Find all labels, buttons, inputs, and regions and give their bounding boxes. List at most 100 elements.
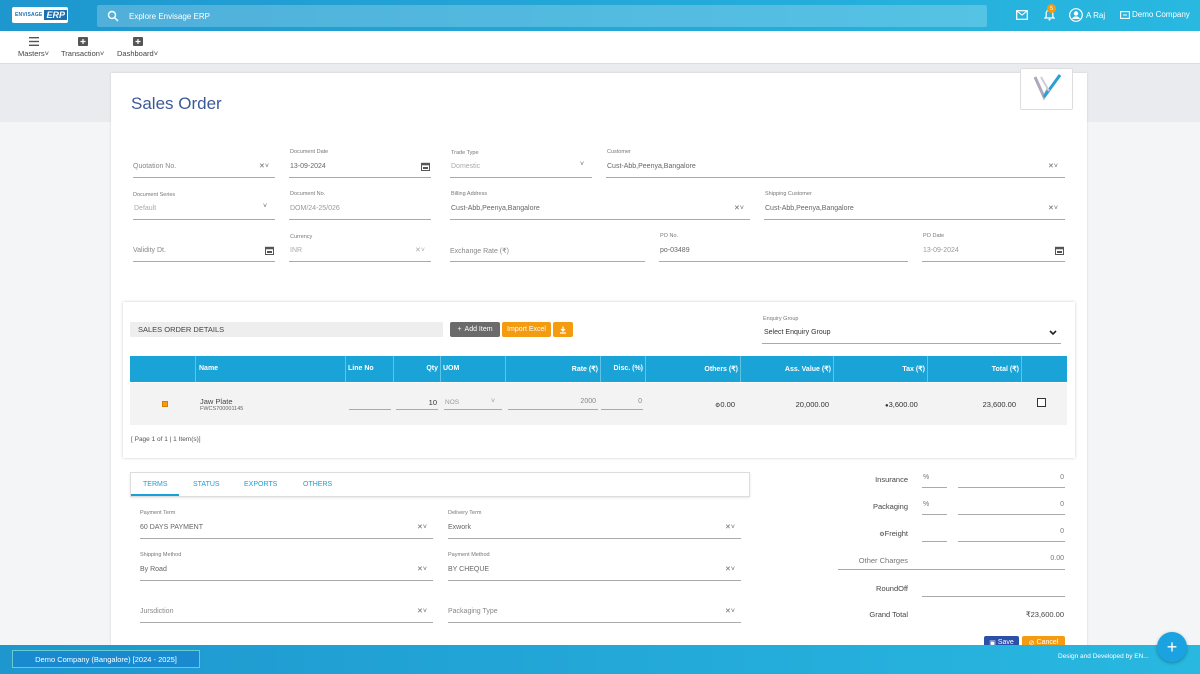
clear-chevron-icon[interactable]: ✕˅ bbox=[417, 523, 427, 531]
chevron-down-icon: ˅ bbox=[153, 49, 159, 58]
transaction-icon bbox=[77, 37, 88, 46]
plus-icon: + bbox=[457, 326, 462, 333]
line-no-input[interactable] bbox=[349, 396, 391, 410]
menu-masters[interactable]: Masters˅ bbox=[18, 37, 49, 58]
download-button[interactable] bbox=[553, 322, 573, 337]
delivery-term-label: Delivery Term bbox=[448, 510, 482, 516]
pager-text: [ Page 1 of 1 | 1 Item(s)] bbox=[131, 436, 201, 443]
delivery-term-select[interactable] bbox=[448, 520, 741, 539]
tab-status[interactable]: STATUS bbox=[193, 481, 220, 488]
grand-total-label: Grand Total bbox=[869, 610, 908, 619]
currency-label: Currency bbox=[290, 234, 313, 240]
calendar-icon[interactable] bbox=[1055, 246, 1064, 255]
jurisdiction-select[interactable] bbox=[140, 604, 433, 623]
col-line-no[interactable]: Line No bbox=[348, 365, 374, 372]
tax-cell[interactable]: ●3,600.00 bbox=[885, 400, 918, 409]
clear-chevron-icon[interactable]: ✕˅ bbox=[415, 246, 425, 254]
menu-transaction-label: Transaction bbox=[61, 49, 100, 58]
mail-icon[interactable] bbox=[1016, 10, 1028, 20]
po-no-value: po-03489 bbox=[660, 247, 690, 254]
company-switcher[interactable]: Demo Company bbox=[1120, 10, 1190, 19]
packaging-value: 0 bbox=[1060, 501, 1064, 508]
clear-chevron-icon[interactable]: ✕˅ bbox=[734, 204, 744, 212]
doc-no-value: DOM/24-25/026 bbox=[290, 205, 340, 212]
packaging-label: Packaging bbox=[872, 502, 908, 511]
chevron-down-icon[interactable]: ˅ bbox=[580, 161, 584, 168]
add-item-button[interactable]: + Add Item bbox=[450, 322, 500, 337]
col-uom[interactable]: UOM bbox=[443, 365, 459, 372]
quotation-no-placeholder: Quotation No. bbox=[133, 163, 177, 170]
others-cell[interactable]: ⚙0.00 bbox=[715, 400, 735, 409]
col-qty[interactable]: Qty bbox=[394, 365, 438, 372]
chevron-down-icon[interactable]: ˅ bbox=[263, 203, 267, 210]
footer-credit: Design and Developed by EN... bbox=[1058, 653, 1149, 660]
clear-chevron-icon[interactable]: ✕˅ bbox=[725, 523, 735, 531]
roundoff-label: RoundOff bbox=[876, 584, 908, 593]
customer-value: Cust-Abb,Peenya,Bangalore bbox=[607, 163, 696, 170]
ship-method-select[interactable] bbox=[140, 562, 433, 581]
qty-value: 10 bbox=[428, 398, 437, 407]
clear-chevron-icon[interactable]: ✕˅ bbox=[1048, 204, 1058, 212]
ship-method-label: Shipping Method bbox=[140, 552, 182, 558]
col-name[interactable]: Name bbox=[199, 365, 218, 372]
enquiry-value: Select Enquiry Group bbox=[764, 329, 831, 336]
col-rate[interactable]: Rate (₹) bbox=[506, 365, 598, 373]
menu-masters-label: Masters bbox=[18, 49, 45, 58]
calendar-icon[interactable] bbox=[421, 162, 430, 171]
tab-others[interactable]: OTHERS bbox=[303, 481, 332, 488]
download-icon bbox=[560, 326, 566, 334]
col-others[interactable]: Others (₹) bbox=[646, 365, 738, 373]
validity-placeholder: Validity Dt. bbox=[133, 247, 166, 254]
col-ass-value[interactable]: Ass. Value (₹) bbox=[741, 365, 831, 373]
other-charges-value: 0.00 bbox=[1050, 555, 1064, 562]
pay-method-select[interactable] bbox=[448, 562, 741, 581]
billing-value: Cust-Abb,Peenya,Bangalore bbox=[451, 205, 540, 212]
col-disc[interactable]: Disc. (%) bbox=[601, 365, 643, 372]
insurance-pct: % bbox=[923, 474, 930, 481]
app-logo[interactable]: ENVISAGE ERP bbox=[12, 7, 68, 23]
clear-chevron-icon[interactable]: ✕˅ bbox=[725, 565, 735, 573]
chevron-down-icon[interactable] bbox=[1049, 330, 1057, 336]
search-bar[interactable]: Explore Envisage ERP bbox=[97, 5, 987, 27]
company-year-button[interactable]: Demo Company (Bangalore) [2024 - 2025] bbox=[12, 650, 200, 668]
menu-transaction[interactable]: Transaction˅ bbox=[61, 37, 104, 58]
notification-badge: 5 bbox=[1047, 4, 1056, 13]
tab-bar bbox=[130, 472, 750, 497]
enquiry-label: Enquiry Group bbox=[763, 316, 799, 322]
clear-chevron-icon[interactable]: ✕˅ bbox=[417, 607, 427, 615]
clear-chevron-icon[interactable]: ✕˅ bbox=[259, 162, 269, 170]
po-date-label: PO Date bbox=[923, 233, 945, 239]
add-fab-button[interactable]: + bbox=[1157, 632, 1187, 662]
clear-chevron-icon[interactable]: ✕˅ bbox=[725, 607, 735, 615]
col-total[interactable]: Total (₹) bbox=[928, 365, 1019, 373]
freight-pct-input[interactable] bbox=[922, 526, 947, 542]
ship-method-value: By Road bbox=[140, 566, 167, 573]
company-icon bbox=[1120, 10, 1130, 19]
doc-date-label: Document Date bbox=[290, 149, 329, 155]
insurance-label: Insurance bbox=[875, 475, 908, 484]
col-tax[interactable]: Tax (₹) bbox=[834, 365, 925, 373]
add-item-label: Add Item bbox=[464, 326, 493, 333]
chevron-down-icon: ˅ bbox=[99, 49, 105, 58]
chevron-down-icon[interactable]: ˅ bbox=[491, 398, 495, 405]
payment-term-value: 60 DAYS PAYMENT bbox=[140, 524, 204, 531]
import-excel-button[interactable]: Import Excel bbox=[502, 322, 551, 337]
user-menu[interactable]: A Raj bbox=[1069, 8, 1105, 22]
ass-value: 20,000.00 bbox=[795, 400, 829, 409]
po-no-field[interactable] bbox=[659, 243, 908, 262]
currency-select[interactable] bbox=[289, 243, 431, 262]
tab-exports[interactable]: EXPORTS bbox=[244, 481, 277, 488]
item-code: FWCS700001145 bbox=[200, 406, 244, 412]
doc-no-label: Document No. bbox=[290, 191, 326, 197]
menu-dashboard[interactable]: Dashboard˅ bbox=[117, 37, 158, 58]
clear-chevron-icon[interactable]: ✕˅ bbox=[1048, 162, 1058, 170]
row-checkbox[interactable] bbox=[1037, 398, 1046, 407]
calendar-icon[interactable] bbox=[265, 246, 274, 255]
logo-text: ENVISAGE bbox=[15, 12, 43, 18]
tab-terms[interactable]: TERMS bbox=[143, 481, 168, 488]
roundoff-input[interactable] bbox=[922, 581, 1065, 597]
row-expand-icon[interactable] bbox=[162, 401, 168, 407]
clear-chevron-icon[interactable]: ✕˅ bbox=[417, 565, 427, 573]
plus-icon: + bbox=[1166, 636, 1178, 657]
chevron-down-icon: ˅ bbox=[44, 49, 50, 58]
